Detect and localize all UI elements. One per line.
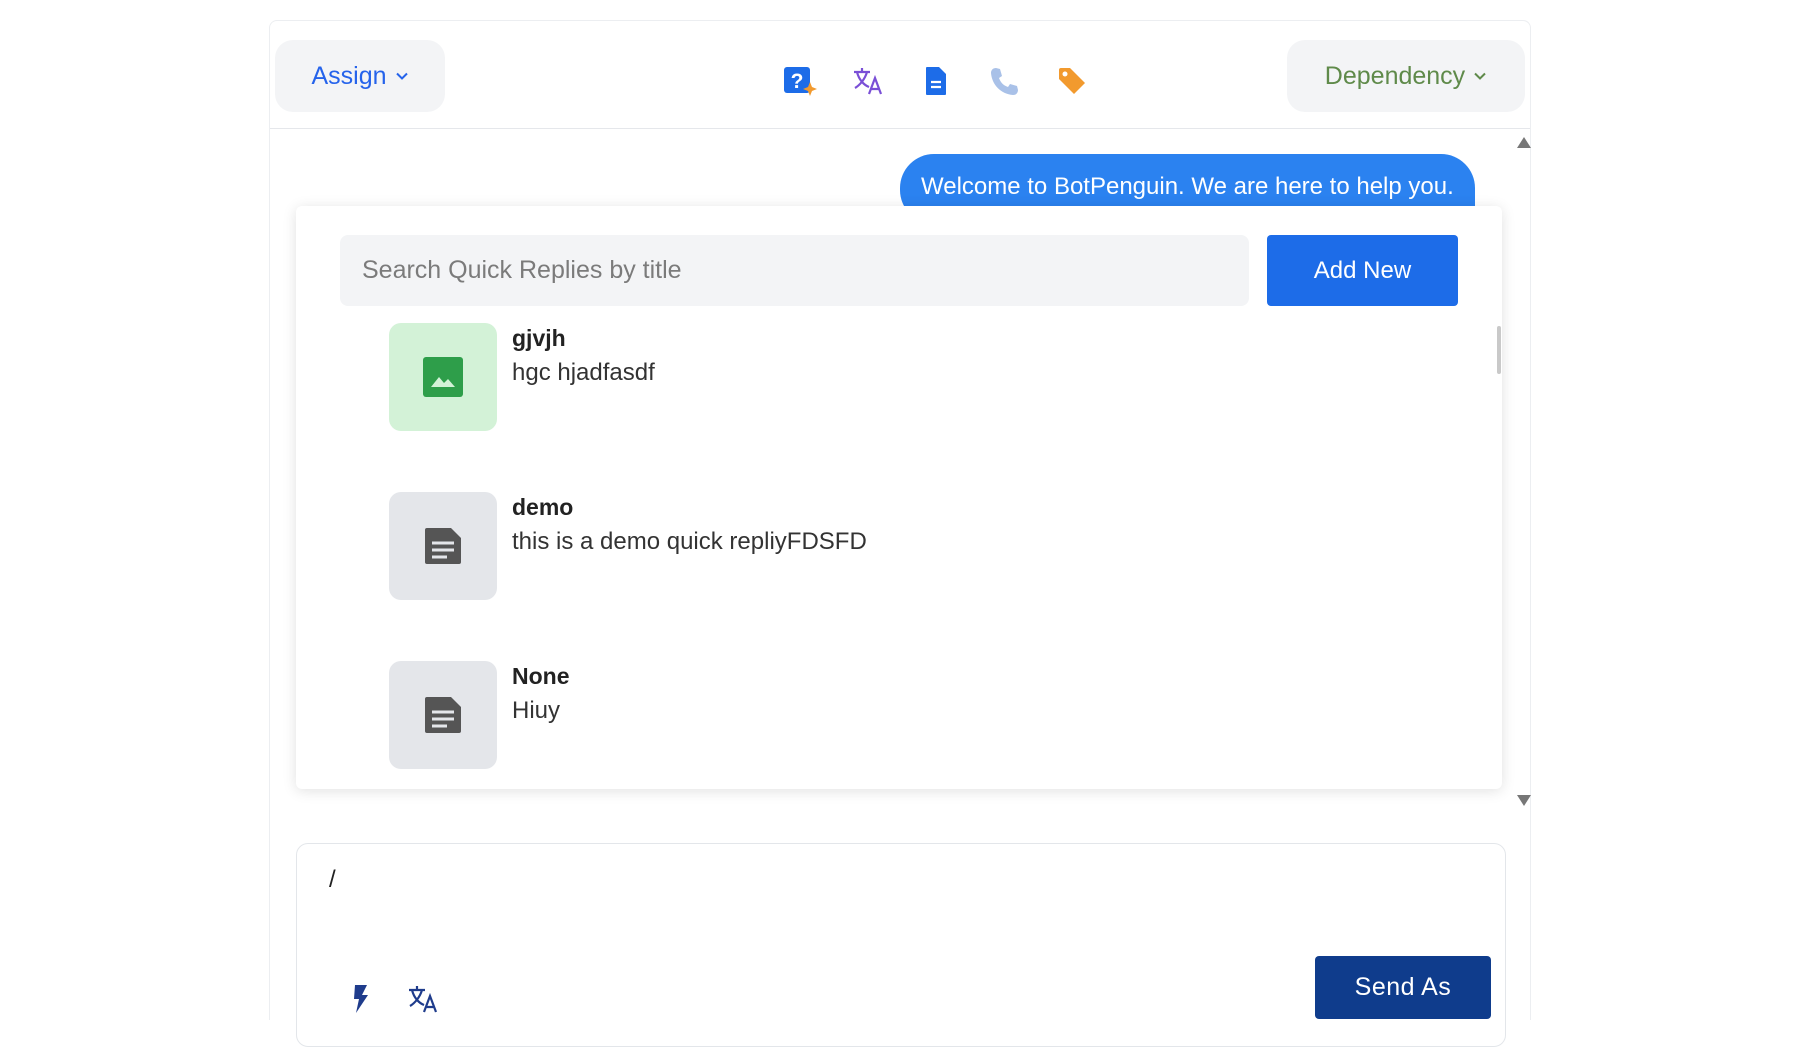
assign-dropdown[interactable]: Assign [275, 40, 445, 112]
quick-reply-item[interactable]: None Hiuy [389, 661, 1389, 769]
quick-reply-description: Hiuy [512, 697, 561, 724]
phone-icon-glyph [991, 68, 1018, 95]
dependency-dropdown[interactable]: Dependency [1287, 40, 1525, 112]
document-icon [425, 528, 461, 564]
translate-icon-glyph [409, 986, 438, 1013]
help-ai-icon[interactable]: ? [780, 61, 820, 101]
translate-icon[interactable] [403, 979, 443, 1019]
quick-reply-thumbnail [389, 323, 497, 431]
tag-icon[interactable] [1052, 61, 1092, 101]
scroll-down-arrow-icon[interactable] [1517, 795, 1531, 806]
quick-reply-description: hgc hjadfasdf [512, 359, 655, 386]
quick-reply-item[interactable]: demo this is a demo quick repliyFDSFD [389, 492, 1389, 600]
translate-icon-glyph [854, 68, 883, 95]
quick-reply-title: gjvjh [512, 325, 566, 351]
quick-replies-search-input[interactable] [340, 235, 1249, 306]
image-icon [423, 357, 463, 397]
add-new-button[interactable]: Add New [1267, 235, 1458, 306]
lightning-icon[interactable] [341, 979, 381, 1019]
tag-icon-glyph [1059, 68, 1085, 94]
chevron-down-icon [395, 72, 408, 80]
chevron-down-icon [1474, 72, 1486, 80]
quick-reply-thumbnail [389, 661, 497, 769]
dependency-label: Dependency [1324, 61, 1466, 90]
svg-text:?: ? [791, 70, 804, 93]
quick-reply-title: None [512, 663, 570, 689]
phone-icon[interactable] [984, 61, 1024, 101]
quick-replies-scrollbar[interactable] [1497, 326, 1501, 374]
quick-reply-description: this is a demo quick repliyFDSFD [512, 528, 867, 555]
message-composer[interactable]: / Send As [296, 843, 1506, 1047]
quick-reply-thumbnail [389, 492, 497, 600]
assign-label: Assign [311, 61, 387, 90]
quick-reply-title: demo [512, 494, 574, 520]
lightning-icon-glyph [354, 985, 368, 1013]
send-as-button[interactable]: Send As [1315, 956, 1491, 1019]
conversation-panel: Assign ? Dependency Welcome to BotPengui… [269, 20, 1531, 1047]
document-icon-glyph [926, 67, 946, 95]
quick-reply-item[interactable]: gjvjh hgc hjadfasdf [389, 323, 1389, 431]
translate-icon[interactable] [848, 61, 888, 101]
document-icon[interactable] [916, 61, 956, 101]
help-ai-icon-glyph: ? [784, 67, 817, 96]
quick-replies-popover: Add New gjvjh hgc hjadfasdf demo this is… [296, 206, 1502, 789]
conversation-header: Assign ? Dependency [270, 21, 1530, 129]
document-icon [425, 697, 461, 733]
composer-text[interactable]: / [329, 866, 336, 894]
scroll-up-arrow-icon[interactable] [1517, 137, 1531, 148]
